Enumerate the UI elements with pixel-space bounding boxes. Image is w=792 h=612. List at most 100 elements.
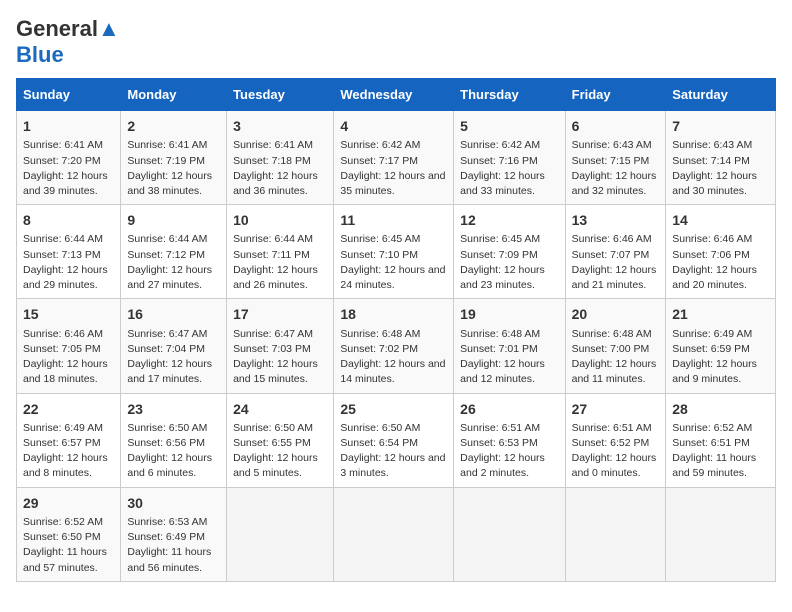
day-info: Sunrise: 6:42 AMSunset: 7:17 PMDaylight:…: [340, 138, 447, 199]
calendar-day-cell: 22Sunrise: 6:49 AMSunset: 6:57 PMDayligh…: [17, 393, 121, 487]
day-of-week-header: Sunday: [17, 79, 121, 111]
day-number: 20: [572, 304, 660, 324]
day-of-week-header: Monday: [121, 79, 227, 111]
day-number: 28: [672, 399, 769, 419]
day-number: 30: [127, 493, 220, 513]
day-number: 14: [672, 210, 769, 230]
day-of-week-header: Thursday: [454, 79, 565, 111]
day-number: 25: [340, 399, 447, 419]
day-number: 27: [572, 399, 660, 419]
day-number: 10: [233, 210, 327, 230]
day-info: Sunrise: 6:52 AMSunset: 6:51 PMDaylight:…: [672, 421, 769, 482]
day-number: 18: [340, 304, 447, 324]
page-header: General▲ Blue: [16, 16, 776, 68]
calendar-day-cell: 27Sunrise: 6:51 AMSunset: 6:52 PMDayligh…: [565, 393, 666, 487]
calendar-week-row: 29Sunrise: 6:52 AMSunset: 6:50 PMDayligh…: [17, 487, 776, 581]
calendar-day-cell: 16 Sunrise: 6:47 AMSunset: 7:04 PMDayligh…: [121, 299, 227, 393]
day-info: Sunrise: 6:41 AMSunset: 7:20 PMDaylight:…: [23, 138, 114, 199]
day-number: 6: [572, 116, 660, 136]
calendar-day-cell: 21 Sunrise: 6:49 AMSunset: 6:59 PMDayligh…: [666, 299, 776, 393]
day-info: Sunrise: 6:45 AMSunset: 7:09 PMDaylight:…: [460, 232, 558, 293]
calendar-day-cell: 15Sunrise: 6:46 AMSunset: 7:05 PMDayligh…: [17, 299, 121, 393]
calendar-day-cell: 20 Sunrise: 6:48 AMSunset: 7:00 PMDayligh…: [565, 299, 666, 393]
day-info: Sunrise: 6:51 AMSunset: 6:52 PMDaylight:…: [572, 421, 660, 482]
day-info: Sunrise: 6:49 AMSunset: 6:57 PMDaylight:…: [23, 421, 114, 482]
calendar-day-cell: 26Sunrise: 6:51 AMSunset: 6:53 PMDayligh…: [454, 393, 565, 487]
day-info: Sunrise: 6:44 AMSunset: 7:11 PMDaylight:…: [233, 232, 327, 293]
day-number: 5: [460, 116, 558, 136]
day-number: 1: [23, 116, 114, 136]
calendar-day-cell: 6Sunrise: 6:43 AMSunset: 7:15 PMDaylight…: [565, 111, 666, 205]
day-info: Sunrise: 6:53 AMSunset: 6:49 PMDaylight:…: [127, 515, 220, 576]
day-number: 9: [127, 210, 220, 230]
calendar-day-cell: [666, 487, 776, 581]
day-info: Sunrise: 6:47 AMSunset: 7:03 PMDaylight:…: [233, 327, 327, 388]
day-number: 13: [572, 210, 660, 230]
logo: General▲ Blue: [16, 16, 120, 68]
calendar-day-cell: 29Sunrise: 6:52 AMSunset: 6:50 PMDayligh…: [17, 487, 121, 581]
calendar-day-cell: 30Sunrise: 6:53 AMSunset: 6:49 PMDayligh…: [121, 487, 227, 581]
calendar-day-cell: [334, 487, 454, 581]
day-info: Sunrise: 6:43 AMSunset: 7:14 PMDaylight:…: [672, 138, 769, 199]
day-info: Sunrise: 6:48 AMSunset: 7:00 PMDaylight:…: [572, 327, 660, 388]
calendar-day-cell: 11Sunrise: 6:45 AMSunset: 7:10 PMDayligh…: [334, 205, 454, 299]
calendar-day-cell: 9Sunrise: 6:44 AMSunset: 7:12 PMDaylight…: [121, 205, 227, 299]
day-info: Sunrise: 6:47 AMSunset: 7:04 PMDaylight:…: [127, 327, 220, 388]
day-number: 19: [460, 304, 558, 324]
day-of-week-header: Tuesday: [227, 79, 334, 111]
logo-blue-text: Blue: [16, 42, 64, 67]
calendar-day-cell: 28Sunrise: 6:52 AMSunset: 6:51 PMDayligh…: [666, 393, 776, 487]
calendar-day-cell: [565, 487, 666, 581]
calendar-day-cell: 5Sunrise: 6:42 AMSunset: 7:16 PMDaylight…: [454, 111, 565, 205]
logo-text: General▲: [16, 16, 120, 42]
day-info: Sunrise: 6:44 AMSunset: 7:12 PMDaylight:…: [127, 232, 220, 293]
day-info: Sunrise: 6:41 AMSunset: 7:19 PMDaylight:…: [127, 138, 220, 199]
calendar-day-cell: 2Sunrise: 6:41 AMSunset: 7:19 PMDaylight…: [121, 111, 227, 205]
calendar-day-cell: [227, 487, 334, 581]
calendar-day-cell: 25Sunrise: 6:50 AMSunset: 6:54 PMDayligh…: [334, 393, 454, 487]
calendar-day-cell: 17 Sunrise: 6:47 AMSunset: 7:03 PMDayligh…: [227, 299, 334, 393]
day-info: Sunrise: 6:48 AMSunset: 7:01 PMDaylight:…: [460, 327, 558, 388]
calendar-day-cell: 3Sunrise: 6:41 AMSunset: 7:18 PMDaylight…: [227, 111, 334, 205]
calendar-day-cell: 14Sunrise: 6:46 AMSunset: 7:06 PMDayligh…: [666, 205, 776, 299]
calendar-day-cell: 7Sunrise: 6:43 AMSunset: 7:14 PMDaylight…: [666, 111, 776, 205]
day-info: Sunrise: 6:42 AMSunset: 7:16 PMDaylight:…: [460, 138, 558, 199]
day-number: 12: [460, 210, 558, 230]
day-info: Sunrise: 6:52 AMSunset: 6:50 PMDaylight:…: [23, 515, 114, 576]
calendar-table: SundayMondayTuesdayWednesdayThursdayFrid…: [16, 78, 776, 582]
day-info: Sunrise: 6:50 AMSunset: 6:54 PMDaylight:…: [340, 421, 447, 482]
day-number: 4: [340, 116, 447, 136]
calendar-day-cell: 18Sunrise: 6:48 AMSunset: 7:02 PMDayligh…: [334, 299, 454, 393]
calendar-week-row: 22Sunrise: 6:49 AMSunset: 6:57 PMDayligh…: [17, 393, 776, 487]
day-info: Sunrise: 6:50 AMSunset: 6:56 PMDaylight:…: [127, 421, 220, 482]
calendar-day-cell: 8Sunrise: 6:44 AMSunset: 7:13 PMDaylight…: [17, 205, 121, 299]
calendar-header-row: SundayMondayTuesdayWednesdayThursdayFrid…: [17, 79, 776, 111]
calendar-day-cell: 13Sunrise: 6:46 AMSunset: 7:07 PMDayligh…: [565, 205, 666, 299]
day-number: 29: [23, 493, 114, 513]
calendar-day-cell: 4Sunrise: 6:42 AMSunset: 7:17 PMDaylight…: [334, 111, 454, 205]
day-number: 23: [127, 399, 220, 419]
day-number: 17: [233, 304, 327, 324]
day-of-week-header: Wednesday: [334, 79, 454, 111]
day-of-week-header: Saturday: [666, 79, 776, 111]
calendar-week-row: 8Sunrise: 6:44 AMSunset: 7:13 PMDaylight…: [17, 205, 776, 299]
day-info: Sunrise: 6:51 AMSunset: 6:53 PMDaylight:…: [460, 421, 558, 482]
day-number: 3: [233, 116, 327, 136]
calendar-day-cell: 24Sunrise: 6:50 AMSunset: 6:55 PMDayligh…: [227, 393, 334, 487]
day-number: 2: [127, 116, 220, 136]
day-info: Sunrise: 6:41 AMSunset: 7:18 PMDaylight:…: [233, 138, 327, 199]
day-number: 16: [127, 304, 220, 324]
day-info: Sunrise: 6:49 AMSunset: 6:59 PMDaylight:…: [672, 327, 769, 388]
day-of-week-header: Friday: [565, 79, 666, 111]
day-info: Sunrise: 6:46 AMSunset: 7:06 PMDaylight:…: [672, 232, 769, 293]
day-info: Sunrise: 6:44 AMSunset: 7:13 PMDaylight:…: [23, 232, 114, 293]
calendar-week-row: 1Sunrise: 6:41 AMSunset: 7:20 PMDaylight…: [17, 111, 776, 205]
calendar-day-cell: 23Sunrise: 6:50 AMSunset: 6:56 PMDayligh…: [121, 393, 227, 487]
calendar-day-cell: [454, 487, 565, 581]
day-number: 15: [23, 304, 114, 324]
day-number: 26: [460, 399, 558, 419]
day-info: Sunrise: 6:46 AMSunset: 7:07 PMDaylight:…: [572, 232, 660, 293]
calendar-day-cell: 12Sunrise: 6:45 AMSunset: 7:09 PMDayligh…: [454, 205, 565, 299]
day-number: 11: [340, 210, 447, 230]
day-number: 21: [672, 304, 769, 324]
